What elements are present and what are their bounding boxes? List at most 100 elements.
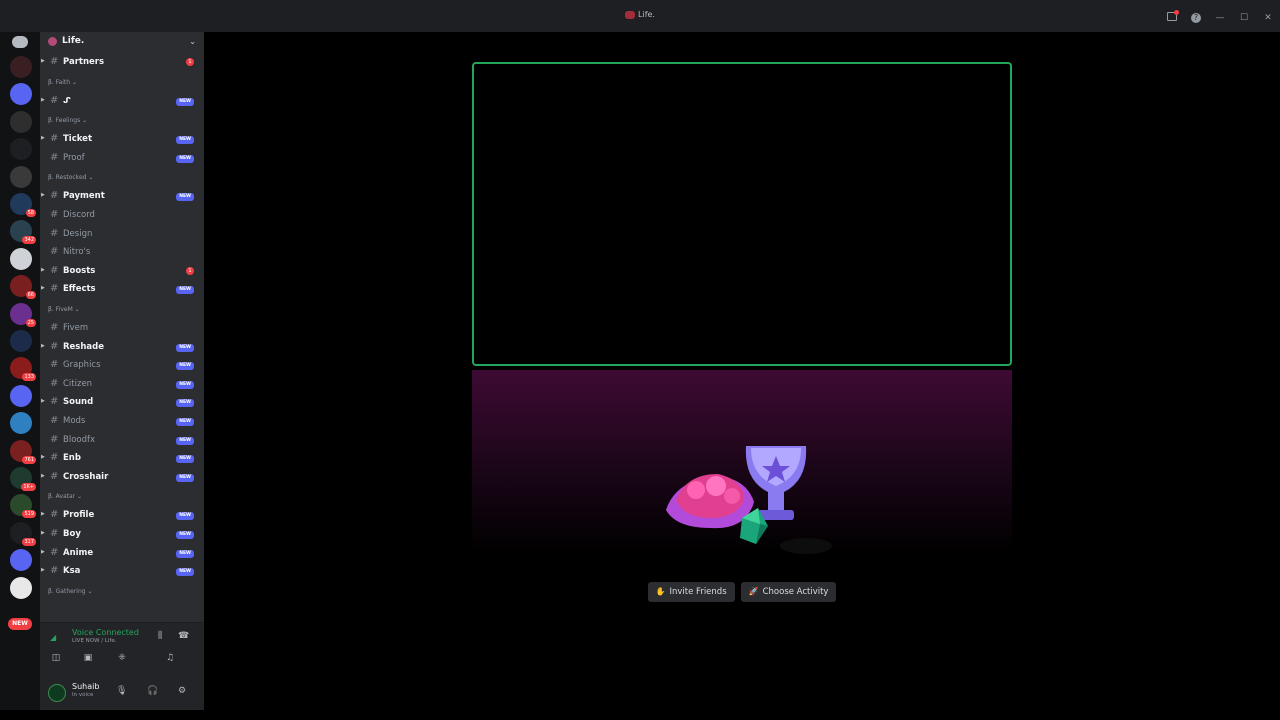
username[interactable]: Suhaib <box>72 682 99 691</box>
channel-item[interactable]: ▶ # Boosts 1 <box>40 263 204 281</box>
invite-friends-button[interactable]: ✋ Invite Friends <box>647 582 735 602</box>
server-badge: 317 <box>22 537 36 546</box>
voice-tile[interactable] <box>472 62 1012 366</box>
headphones-icon[interactable]: 🎧 <box>147 686 158 696</box>
channel-item[interactable]: ▶ # Sound NEW <box>40 394 204 412</box>
server-icon[interactable] <box>10 384 32 407</box>
noise-suppression-icon[interactable]: ⫼ <box>158 631 162 641</box>
user-status: In voice <box>72 692 94 698</box>
server-icon[interactable]: 761 <box>10 439 36 464</box>
channel-sidebar: Life. ⌄ ▶ # Partners 1 β. Faith ⌄ ▶ # ᔑ NEW β. Fe… <box>40 32 204 710</box>
maximize-button[interactable]: ☐ <box>1232 13 1256 23</box>
server-icon[interactable] <box>10 412 32 435</box>
rocket-icon: 🚀 <box>748 587 759 596</box>
channel-item[interactable]: # Design <box>40 226 204 244</box>
channel-list: ▶ # Partners 1 β. Faith ⌄ ▶ # ᔑ NEW β. Feelings ⌄… <box>40 54 204 624</box>
server-icon[interactable] <box>10 330 32 352</box>
voice-location[interactable]: LIVE NOW / Life. <box>72 638 117 644</box>
channel-item[interactable]: ▶ # Enb NEW <box>40 450 204 468</box>
caret-right-icon: ▶ <box>41 266 45 273</box>
channel-item[interactable]: ▶ # Profile NEW <box>40 507 204 525</box>
camera-button[interactable]: ◫ <box>40 653 72 665</box>
channel-item[interactable]: ▶ # Anime NEW <box>40 545 204 563</box>
channel-item[interactable]: # Fivem <box>40 320 204 338</box>
hash-icon: # <box>50 415 59 426</box>
channel-item[interactable]: ▶ # Crosshair NEW <box>40 469 204 487</box>
channel-item[interactable]: # Citizen NEW <box>40 376 204 394</box>
channel-item[interactable]: ▶ # Reshade NEW <box>40 339 204 357</box>
hash-icon: # <box>50 264 59 276</box>
minimize-button[interactable]: — <box>1208 13 1232 23</box>
channel-item[interactable]: ▶ # Ticket NEW <box>40 131 204 149</box>
channel-item[interactable]: ▶ # Boy NEW <box>40 526 204 544</box>
server-icon[interactable] <box>10 138 32 161</box>
channel-item[interactable]: ▶ # Payment NEW <box>40 188 204 206</box>
inbox-button[interactable] <box>1160 10 1184 24</box>
server-icon[interactable] <box>10 549 32 572</box>
channel-category[interactable]: β. Feelings ⌄ <box>48 117 198 129</box>
channel-name: Fivem <box>63 323 89 333</box>
server-icon[interactable] <box>10 576 32 599</box>
discord-home-icon[interactable] <box>12 36 28 48</box>
channel-item[interactable]: ▶ # ᔑ NEW <box>40 93 204 111</box>
hash-icon: # <box>50 565 59 577</box>
channel-item[interactable]: ▶ # Partners 1 <box>40 54 204 72</box>
title-bar-controls: ? — ☐ ✕ <box>1160 10 1280 24</box>
avatar[interactable] <box>48 684 66 702</box>
server-icon[interactable] <box>10 165 32 188</box>
new-servers-tag[interactable]: NEW <box>8 618 32 630</box>
channel-category[interactable]: β. Gathering ⌄ <box>48 588 198 600</box>
server-icon[interactable] <box>10 247 32 270</box>
server-icon[interactable]: 1K+ <box>10 467 36 491</box>
soundboard-button[interactable]: ♫ <box>154 653 186 665</box>
disconnect-icon[interactable]: ☎ <box>178 631 189 641</box>
caret-right-icon: ▶ <box>41 567 45 574</box>
hash-icon: # <box>50 56 59 67</box>
channel-item[interactable]: ▶ # Effects NEW <box>40 281 204 299</box>
channel-item[interactable]: # Graphics NEW <box>40 357 204 375</box>
channel-name: Payment <box>63 191 105 202</box>
channel-category[interactable]: β. FiveM ⌄ <box>48 306 198 318</box>
mic-icon[interactable]: 🎙 <box>116 686 127 696</box>
server-header[interactable]: Life. ⌄ <box>40 32 204 50</box>
server-icon <box>48 36 57 46</box>
server-icon[interactable]: 317 <box>10 521 36 546</box>
screen-share-button[interactable]: ▣ <box>72 653 104 665</box>
channel-item[interactable]: # Proof NEW <box>40 150 204 168</box>
help-button[interactable]: ? <box>1184 13 1208 23</box>
hash-icon: # <box>50 528 59 539</box>
server-icon[interactable] <box>10 110 32 133</box>
server-icon[interactable] <box>10 83 32 106</box>
channel-category[interactable]: β. Avatar ⌄ <box>48 493 198 505</box>
channel-name: Boosts <box>63 265 96 276</box>
channel-name: Discord <box>63 210 95 220</box>
invite-icon: ✋ <box>655 587 666 596</box>
channel-item[interactable]: # Mods NEW <box>40 413 204 431</box>
hash-icon: # <box>50 340 59 352</box>
channel-name: Enb <box>63 453 81 464</box>
channel-item[interactable]: # Nitro's <box>40 244 204 262</box>
activity-button[interactable]: ⁜ <box>106 653 138 665</box>
server-icon[interactable]: 66 <box>10 275 36 300</box>
channel-item[interactable]: # Bloodfx NEW <box>40 432 204 450</box>
channel-category[interactable]: β. Faith ⌄ <box>48 79 198 91</box>
new-badge: NEW <box>176 455 194 464</box>
server-icon[interactable]: 58 <box>10 193 36 217</box>
channel-item[interactable]: # Discord <box>40 207 204 225</box>
server-badge: 342 <box>22 236 36 245</box>
server-icon[interactable]: 519 <box>10 494 36 519</box>
server-icon[interactable]: 342 <box>10 220 36 245</box>
channel-name: Profile <box>63 510 95 521</box>
channel-name: Reshade <box>63 341 105 352</box>
server-icon[interactable]: 133 <box>10 357 36 382</box>
server-icon[interactable] <box>10 56 32 78</box>
channel-category[interactable]: β. Restocked ⌄ <box>48 174 198 186</box>
voice-status[interactable]: Voice Connected <box>72 628 139 637</box>
gear-icon[interactable]: ⚙ <box>178 686 186 696</box>
close-window-button[interactable]: ✕ <box>1256 13 1280 23</box>
title-bar: Life. ? — ☐ ✕ <box>0 0 1280 32</box>
choose-activity-button[interactable]: 🚀 Choose Activity <box>740 582 837 602</box>
server-icon[interactable]: 25 <box>10 302 36 327</box>
server-badge: 133 <box>22 373 36 382</box>
channel-item[interactable]: ▶ # Ksa NEW <box>40 563 204 581</box>
